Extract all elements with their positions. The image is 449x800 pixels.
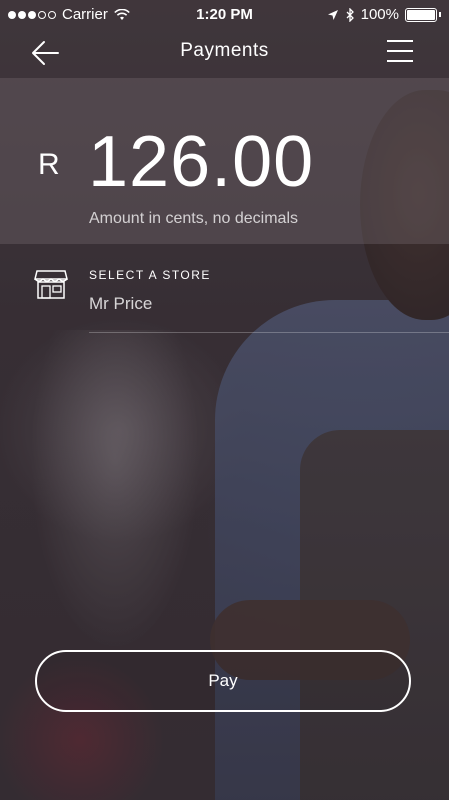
amount-hint: Amount in cents, no decimals bbox=[89, 210, 298, 227]
storefront-icon bbox=[34, 270, 68, 299]
page-title: Payments bbox=[180, 40, 269, 61]
amount-input[interactable]: 126.00 bbox=[88, 122, 314, 202]
location-arrow-icon bbox=[327, 9, 338, 20]
hamburger-menu-icon bbox=[387, 40, 413, 62]
store-value[interactable]: Mr Price bbox=[89, 294, 152, 314]
pay-button[interactable]: Pay bbox=[35, 650, 411, 712]
store-selector[interactable]: SELECT A STORE Mr Price bbox=[0, 258, 449, 334]
bluetooth-icon bbox=[346, 7, 354, 22]
pay-button-label: Pay bbox=[208, 671, 238, 690]
nav-bar: Payments bbox=[0, 30, 449, 78]
amount-panel: R 126.00 Amount in cents, no decimals bbox=[0, 78, 449, 244]
store-divider bbox=[89, 332, 449, 333]
status-right: 100% bbox=[327, 6, 441, 23]
status-bar: Carrier 1:20 PM 100% bbox=[0, 0, 449, 30]
currency-symbol: R bbox=[38, 148, 60, 181]
battery-tip bbox=[439, 12, 441, 17]
menu-button[interactable] bbox=[387, 40, 413, 64]
battery-icon bbox=[405, 7, 437, 22]
store-label: SELECT A STORE bbox=[89, 268, 211, 282]
battery-percent: 100% bbox=[360, 6, 399, 23]
